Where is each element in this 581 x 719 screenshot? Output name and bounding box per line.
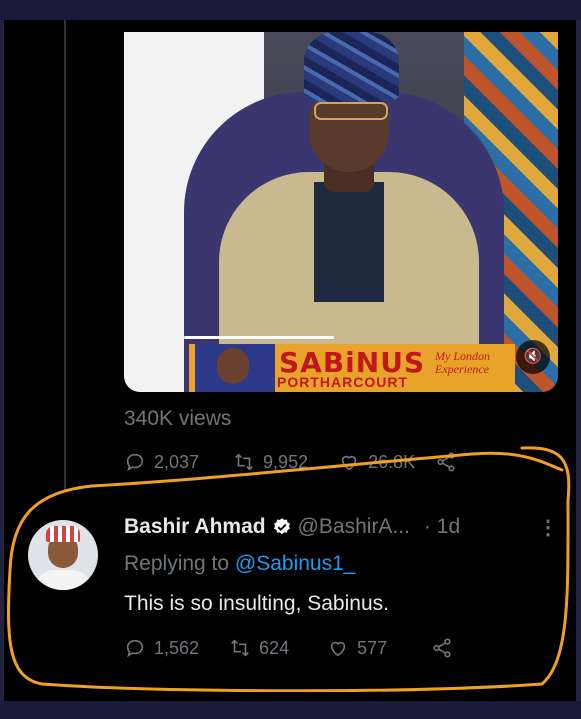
retweet-button[interactable]: 624: [229, 637, 289, 659]
share-button[interactable]: [435, 451, 465, 473]
reply-count: 1,562: [154, 637, 200, 658]
more-options-icon[interactable]: ⋮: [538, 515, 558, 540]
user-handle[interactable]: @BashirA...: [298, 515, 410, 539]
thread-line: [64, 20, 66, 490]
tweet-action-bar: 2,037 9,952 26.8K: [124, 451, 465, 473]
verified-badge-icon: [273, 518, 290, 535]
retweet-count: 9,952: [263, 451, 309, 472]
reply-button[interactable]: 2,037: [124, 451, 199, 473]
share-button[interactable]: [431, 637, 461, 659]
retweet-button[interactable]: 9,952: [233, 451, 308, 473]
heart-icon: [330, 641, 346, 657]
retweet-count: 624: [259, 637, 290, 658]
banner-city: PORTHARCOURT: [277, 374, 408, 390]
mention-link[interactable]: @Sabinus1_: [235, 552, 356, 575]
reply-count: 2,037: [154, 451, 200, 472]
replying-to: Replying to @Sabinus1_: [124, 552, 355, 576]
share-icon: [433, 638, 451, 658]
reply-icon: [126, 453, 144, 472]
banner-tagline: My London Experience: [435, 349, 490, 376]
timestamp[interactable]: · 1d: [424, 515, 460, 539]
retweet-icon: [231, 639, 249, 657]
reply-icon: [126, 639, 144, 658]
reply-action-bar: 1,562 624 577: [124, 637, 461, 659]
reply-button[interactable]: 1,562: [124, 637, 199, 659]
replying-prefix: Replying to: [124, 552, 235, 575]
video-banner: SABiNUS PORTHARCOURT My London Experienc…: [189, 344, 515, 392]
retweet-icon: [235, 453, 253, 471]
like-button[interactable]: 577: [327, 637, 387, 659]
reply-header: Bashir Ahmad @BashirA... · 1d: [124, 515, 460, 539]
like-count: 26.8K: [368, 451, 416, 472]
view-count: 340K views: [124, 407, 232, 430]
video-progress-bar[interactable]: [184, 336, 334, 339]
like-count: 577: [357, 637, 388, 658]
speaker-muted-icon[interactable]: 🔇: [516, 340, 550, 374]
avatar[interactable]: [28, 520, 98, 590]
bottom-frame-bar: [0, 701, 581, 719]
heart-icon: [341, 455, 357, 471]
right-frame-bar: [576, 20, 581, 701]
tweet-video[interactable]: SABiNUS PORTHARCOURT My London Experienc…: [124, 32, 558, 392]
like-button[interactable]: 26.8K: [338, 451, 415, 473]
display-name[interactable]: Bashir Ahmad: [124, 515, 266, 539]
share-icon: [437, 452, 455, 472]
top-frame-bar: [0, 0, 581, 20]
left-frame-bar: [0, 20, 4, 701]
reply-text: This is so insulting, Sabinus.: [124, 592, 389, 615]
